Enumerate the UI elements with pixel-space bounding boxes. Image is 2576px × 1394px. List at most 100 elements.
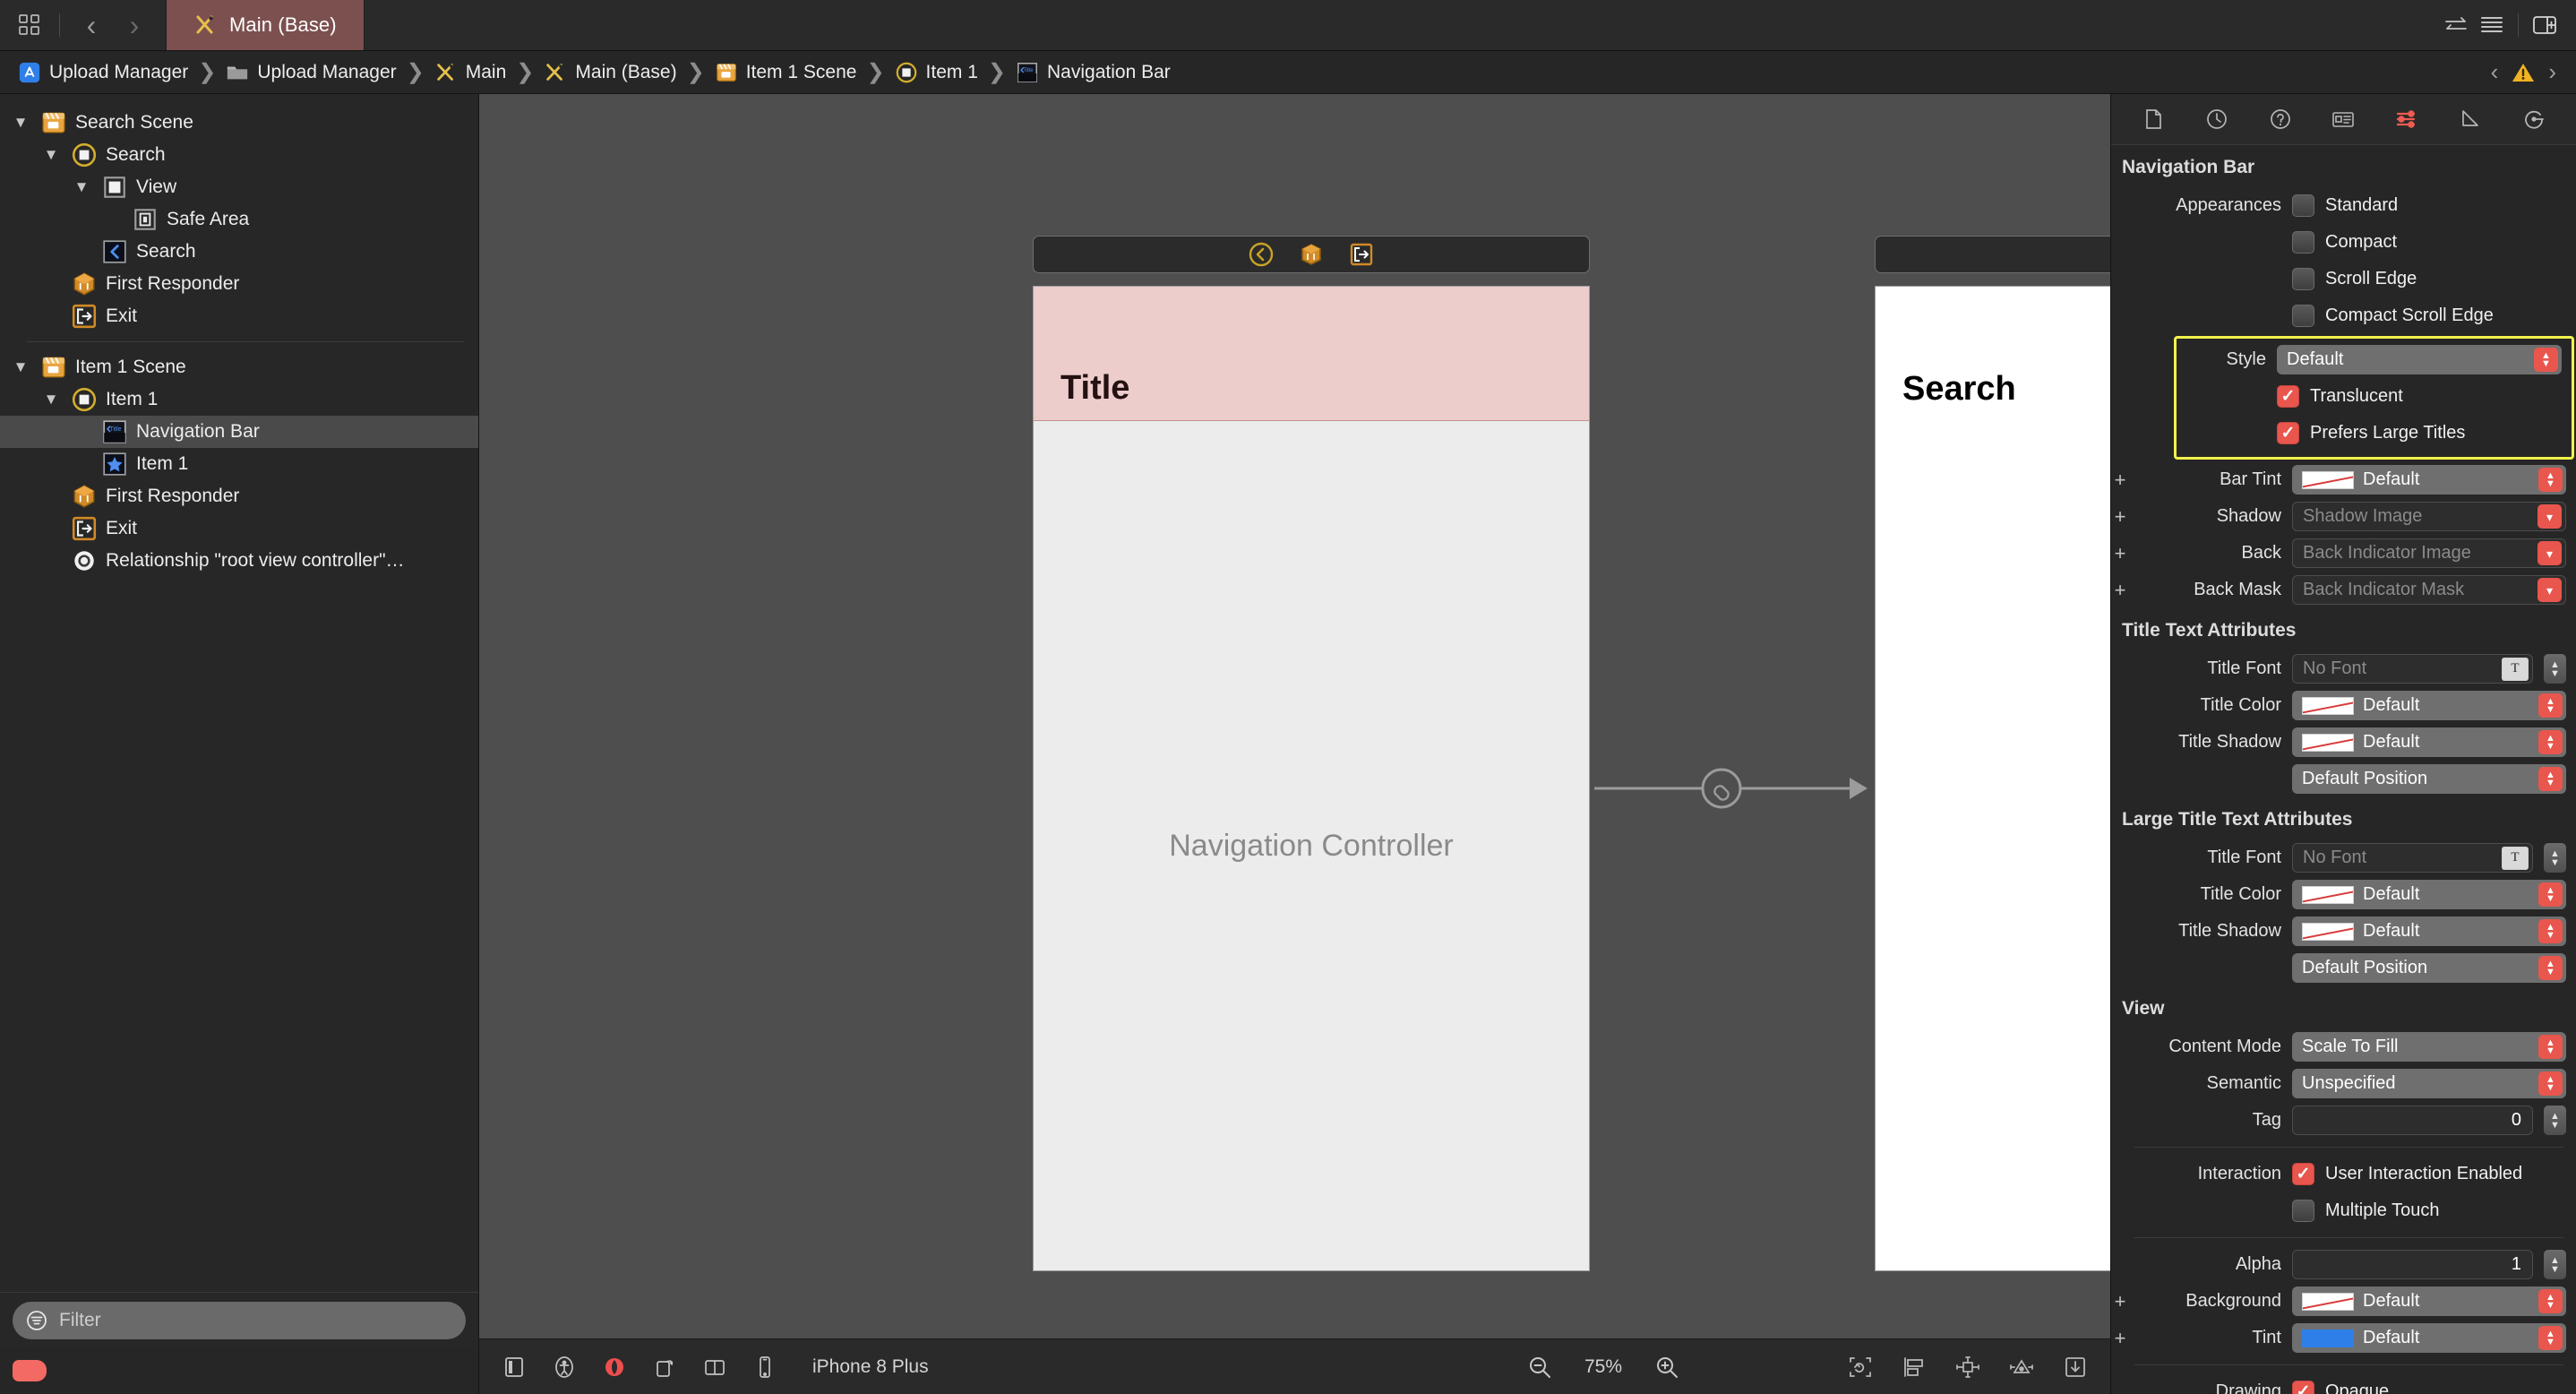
split-view-icon[interactable] <box>700 1352 730 1382</box>
filter-input[interactable]: Filter <box>13 1301 466 1339</box>
chevron-down-icon[interactable]: ▼ <box>39 391 63 409</box>
add-shadow-variation-button[interactable]: + <box>2111 506 2129 527</box>
document-outline-icon[interactable] <box>499 1352 529 1382</box>
segue-connector[interactable] <box>1594 757 1881 820</box>
device-name-label[interactable]: iPhone 8 Plus <box>812 1356 929 1378</box>
title-shadow-popup[interactable]: Default ▲ ▼ <box>2292 727 2566 757</box>
large-title-shadow-popup[interactable]: Default ▲ ▼ <box>2292 916 2566 946</box>
multiple-touch-checkbox[interactable] <box>2292 1200 2314 1222</box>
background-stepper[interactable]: ▲ ▼ <box>2538 1289 2563 1313</box>
bar-tint-stepper[interactable]: ▲ ▼ <box>2538 468 2563 492</box>
tree-item-exit[interactable]: ▼ Exit <box>0 512 478 545</box>
appearance-standard-checkbox[interactable] <box>2292 194 2314 217</box>
tree-item-search-scene[interactable]: ▼ Search Scene <box>0 107 478 139</box>
tint-stepper[interactable]: ▲ ▼ <box>2538 1326 2563 1350</box>
swap-arrows-icon[interactable] <box>2441 10 2471 40</box>
tag-field[interactable]: 0 <box>2292 1106 2533 1135</box>
title-position-popup[interactable]: Default Position ▲ ▼ <box>2292 764 2566 794</box>
back-indicator-image-field[interactable]: Back Indicator Image ▾ <box>2292 538 2566 568</box>
attributes-inspector-icon[interactable] <box>2387 102 2426 136</box>
breadcrumb-item-4[interactable]: Item 1 Scene <box>709 55 863 90</box>
exit-icon[interactable] <box>1348 241 1375 268</box>
title-font-field[interactable]: No Font T <box>2292 654 2533 684</box>
large-title-position-popup[interactable]: Default Position ▲ ▼ <box>2292 953 2566 983</box>
tree-item-search[interactable]: ▼ Search <box>0 236 478 268</box>
tree-item-first-responder[interactable]: ▼ First Responder <box>0 480 478 512</box>
zoom-out-icon[interactable] <box>1524 1352 1555 1382</box>
title-shadow-stepper[interactable]: ▲ ▼ <box>2538 730 2563 754</box>
resolve-issues-icon[interactable] <box>2006 1352 2037 1382</box>
back-indicator-image-dropdown[interactable]: ▾ <box>2537 541 2562 565</box>
large-title-shadow-stepper[interactable]: ▲ ▼ <box>2538 919 2563 943</box>
large-title-font-stepper[interactable]: ▲ ▼ <box>2544 843 2566 873</box>
font-picker-icon[interactable]: T <box>2502 846 2529 870</box>
breadcrumb-item-3[interactable]: Main (Base) <box>538 55 682 90</box>
breadcrumb-item-1[interactable]: Upload Manager <box>220 55 401 90</box>
next-issue-button[interactable]: › <box>2548 58 2556 86</box>
tree-item-first-responder[interactable]: ▼ First Responder <box>0 268 478 300</box>
tree-item-item-1[interactable]: ▼ Item 1 <box>0 448 478 480</box>
content-mode-popup[interactable]: Scale To Fill ▲ ▼ <box>2292 1032 2566 1062</box>
scene-navigation-controller[interactable]: Title Navigation Controller <box>1033 236 1590 1271</box>
appearance-scroll-edge-checkbox[interactable] <box>2292 268 2314 290</box>
chevron-down-icon[interactable]: ▼ <box>39 146 63 164</box>
breadcrumb-item-0[interactable]: Upload Manager <box>13 55 193 90</box>
scene-toolbar-left[interactable] <box>1033 236 1590 273</box>
editor-tab-main-base[interactable]: Main (Base) <box>166 0 365 50</box>
align-icon[interactable] <box>1899 1352 1929 1382</box>
tree-item-relationship-root-view-controller[interactable]: ▼ Relationship "root view controller"… <box>0 545 478 577</box>
tree-item-item-1-scene[interactable]: ▼ Item 1 Scene <box>0 351 478 383</box>
large-title-position-stepper[interactable]: ▲ ▼ <box>2538 956 2563 980</box>
title-position-stepper[interactable]: ▲ ▼ <box>2538 767 2563 791</box>
update-frames-icon[interactable] <box>1845 1352 1876 1382</box>
content-mode-stepper[interactable]: ▲ ▼ <box>2538 1035 2563 1059</box>
shadow-image-field[interactable]: Shadow Image ▾ <box>2292 502 2566 531</box>
add-background-variation-button[interactable]: + <box>2111 1291 2129 1312</box>
tag-stepper[interactable]: ▲ ▼ <box>2544 1106 2566 1135</box>
appearance-compact-checkbox[interactable] <box>2292 231 2314 254</box>
chevron-down-icon[interactable]: ▼ <box>9 358 32 376</box>
navigation-bar-preview-left[interactable]: Title <box>1034 287 1589 421</box>
navigation-controller-body[interactable]: Navigation Controller <box>1034 421 1589 1270</box>
help-inspector-icon[interactable] <box>2261 102 2300 136</box>
navigation-bar-preview-right[interactable]: Search <box>1876 287 2110 421</box>
device-icon[interactable] <box>750 1352 780 1382</box>
add-back-variation-button[interactable]: + <box>2111 543 2129 564</box>
semantic-stepper[interactable]: ▲ ▼ <box>2538 1071 2563 1096</box>
user-interaction-enabled-checkbox[interactable] <box>2292 1163 2314 1185</box>
alpha-field[interactable]: 1 <box>2292 1250 2533 1279</box>
background-popup[interactable]: Default ▲ ▼ <box>2292 1286 2566 1316</box>
accessibility-icon[interactable] <box>549 1352 580 1382</box>
file-inspector-icon[interactable] <box>2134 102 2173 136</box>
embed-in-icon[interactable] <box>2060 1352 2091 1382</box>
add-constraints-icon[interactable] <box>1953 1352 1983 1382</box>
back-button[interactable]: ‹ <box>74 7 108 43</box>
connections-inspector-icon[interactable] <box>2514 102 2554 136</box>
style-stepper[interactable]: ▲ ▼ <box>2534 348 2558 372</box>
history-inspector-icon[interactable] <box>2197 102 2237 136</box>
forward-button[interactable]: › <box>117 7 151 43</box>
orientation-icon[interactable] <box>649 1352 680 1382</box>
breadcrumb-item-2[interactable]: Main <box>429 55 512 90</box>
device-preview-left[interactable]: Title Navigation Controller <box>1033 286 1590 1271</box>
prefers-large-titles-checkbox[interactable] <box>2277 422 2299 444</box>
tree-item-search[interactable]: ▼ Search <box>0 139 478 171</box>
grid-icon[interactable] <box>14 10 45 40</box>
tree-item-view[interactable]: ▼ View <box>0 171 478 203</box>
chevron-down-icon[interactable]: ▼ <box>70 178 93 196</box>
large-title-font-field[interactable]: No Font T <box>2292 843 2533 873</box>
style-popup[interactable]: Default ▲ ▼ <box>2277 345 2562 374</box>
breadcrumb-item-6[interactable]: Title Navigation Bar <box>1010 55 1176 90</box>
search-body[interactable] <box>1876 421 2110 1270</box>
lines-icon[interactable] <box>2477 10 2507 40</box>
tree-item-item-1[interactable]: ▼ Item 1 <box>0 383 478 416</box>
back-indicator-mask-field[interactable]: Back Indicator Mask ▾ <box>2292 575 2566 605</box>
large-title-color-popup[interactable]: Default ▲ ▼ <box>2292 880 2566 909</box>
font-picker-icon[interactable]: T <box>2502 657 2529 681</box>
zoom-in-icon[interactable] <box>1652 1352 1682 1382</box>
previous-issue-button[interactable]: ‹ <box>2491 58 2499 86</box>
view-controller-icon[interactable] <box>1248 241 1275 268</box>
size-inspector-icon[interactable] <box>2451 102 2490 136</box>
bar-tint-popup[interactable]: Default ▲ ▼ <box>2292 465 2566 495</box>
add-tint-variation-button[interactable]: + <box>2111 1328 2129 1348</box>
